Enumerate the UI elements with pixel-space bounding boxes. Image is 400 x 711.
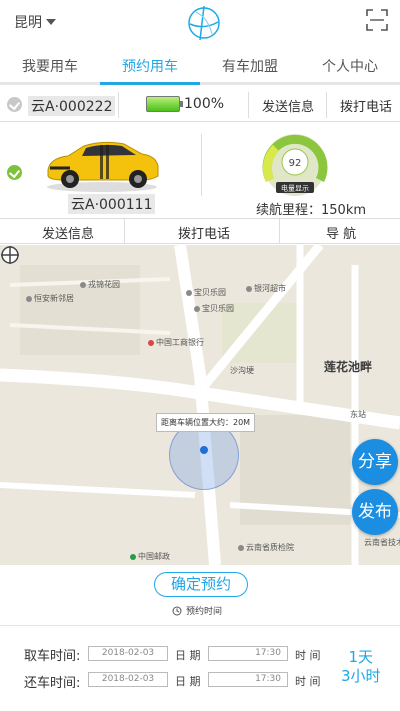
distance-tooltip: 距离车辆位置大约：20M bbox=[156, 413, 256, 432]
duration-days: 1天 bbox=[348, 648, 374, 666]
duration-display: 1天 3小时 bbox=[341, 648, 381, 686]
map-poi: 云南省技术研 bbox=[364, 538, 400, 547]
city-label: 昆明 bbox=[14, 15, 42, 31]
booking-time-heading: 预约时间 bbox=[172, 604, 222, 617]
battery-icon bbox=[146, 96, 183, 112]
car-plate: 云A·000222 bbox=[28, 96, 116, 116]
divider bbox=[0, 625, 400, 626]
car-plate: 云A·000111 bbox=[68, 194, 156, 214]
divider bbox=[201, 134, 202, 196]
publish-button[interactable]: 发布 bbox=[352, 489, 398, 535]
pickup-time-field[interactable]: 17:30 bbox=[208, 646, 288, 661]
pickup-time-label: 取车时间: bbox=[24, 649, 81, 664]
map-poi: 中国工商银行 bbox=[148, 337, 204, 348]
map-poi: 中国邮政 bbox=[130, 551, 170, 562]
gauge-value: 92 bbox=[289, 158, 302, 169]
share-button[interactable]: 分享 bbox=[352, 439, 398, 485]
pickup-date-field[interactable]: 2018-02-03 bbox=[88, 646, 168, 661]
map-poi: 沙沟埂 bbox=[230, 366, 254, 375]
tab-profile[interactable]: 个人中心 bbox=[300, 54, 400, 84]
send-info-button[interactable]: 发送信息 bbox=[262, 96, 314, 115]
map-poi: 东站 bbox=[350, 410, 366, 419]
divider bbox=[118, 92, 119, 118]
booking-panel: 确定预约 预约时间 取车时间: 2018-02-03 日 期 17:30 时 间… bbox=[0, 565, 400, 711]
city-selector[interactable]: 昆明 bbox=[14, 12, 56, 32]
date-unit: 日 期 bbox=[175, 649, 201, 662]
date-unit: 日 期 bbox=[175, 675, 201, 688]
return-time-field[interactable]: 17:30 bbox=[208, 672, 288, 687]
compass-icon[interactable] bbox=[0, 245, 20, 265]
call-button[interactable]: 拨打电话 bbox=[178, 223, 230, 242]
booking-time-label: 预约时间 bbox=[186, 607, 223, 617]
return-time-label: 还车时间: bbox=[24, 676, 81, 691]
map-poi: 戎锦花园 bbox=[80, 279, 120, 290]
divider bbox=[326, 92, 327, 118]
scan-icon[interactable] bbox=[366, 9, 388, 31]
clock-icon bbox=[172, 606, 182, 615]
range-value: 150km bbox=[321, 203, 367, 218]
caret-down-icon bbox=[46, 19, 56, 25]
range-label: 续航里程： bbox=[256, 203, 322, 218]
main-tabs: 我要用车 预约用车 有车加盟 个人中心 bbox=[0, 54, 400, 84]
time-unit: 时 间 bbox=[295, 649, 321, 662]
tab-reserve-car[interactable]: 预约用车 bbox=[100, 54, 200, 84]
divider bbox=[248, 92, 249, 118]
map-poi: 云南省质检院 bbox=[238, 542, 294, 553]
divider bbox=[124, 219, 125, 244]
unselected-check-icon[interactable] bbox=[7, 97, 22, 112]
map-poi: 宝贝乐园 bbox=[186, 287, 226, 298]
navigate-button[interactable]: 导 航 bbox=[326, 223, 356, 242]
car-location-marker[interactable] bbox=[200, 446, 208, 454]
tab-underline bbox=[0, 82, 400, 85]
call-button[interactable]: 拨打电话 bbox=[340, 96, 392, 115]
app-logo-icon bbox=[188, 5, 220, 41]
return-date-field[interactable]: 2018-02-03 bbox=[88, 672, 168, 687]
car-actions: 发送信息 拨打电话 导 航 bbox=[0, 218, 400, 244]
map-district-label: 莲花池畔 bbox=[324, 360, 373, 374]
car-card-selected[interactable]: 云A·000111 92 电量显示 续航里程：150km 发送信息 拨打电话 导… bbox=[0, 124, 400, 244]
send-info-button[interactable]: 发送信息 bbox=[42, 223, 94, 242]
duration-hours: 3小时 bbox=[341, 667, 381, 685]
map-poi: 宝贝乐园 bbox=[194, 303, 234, 314]
tab-use-car[interactable]: 我要用车 bbox=[0, 54, 100, 84]
battery-gauge: 92 电量显示 bbox=[262, 134, 328, 196]
confirm-booking-button[interactable]: 确定预约 bbox=[154, 572, 248, 597]
top-bar: 昆明 bbox=[0, 0, 400, 44]
battery-percent: 100% bbox=[184, 96, 225, 112]
selected-check-icon[interactable] bbox=[7, 165, 22, 180]
map-poi: 恒安新邻居 bbox=[26, 293, 74, 304]
active-tab-indicator bbox=[100, 82, 200, 85]
map-view[interactable]: 戎锦花园 恒安新邻居 宝贝乐园 银河超市 中国工商银行 沙沟埂 宝贝乐园 东站 … bbox=[0, 245, 400, 565]
divider bbox=[279, 219, 280, 244]
time-unit: 时 间 bbox=[295, 675, 321, 688]
tab-join[interactable]: 有车加盟 bbox=[200, 54, 300, 84]
map-poi: 银河超市 bbox=[246, 283, 286, 294]
car-row-unselected[interactable]: 云A·000222 100% 发送信息 拨打电话 bbox=[0, 88, 400, 122]
range-info: 续航里程：150km bbox=[256, 199, 366, 218]
car-image bbox=[47, 141, 159, 192]
gauge-label: 电量显示 bbox=[281, 184, 309, 193]
